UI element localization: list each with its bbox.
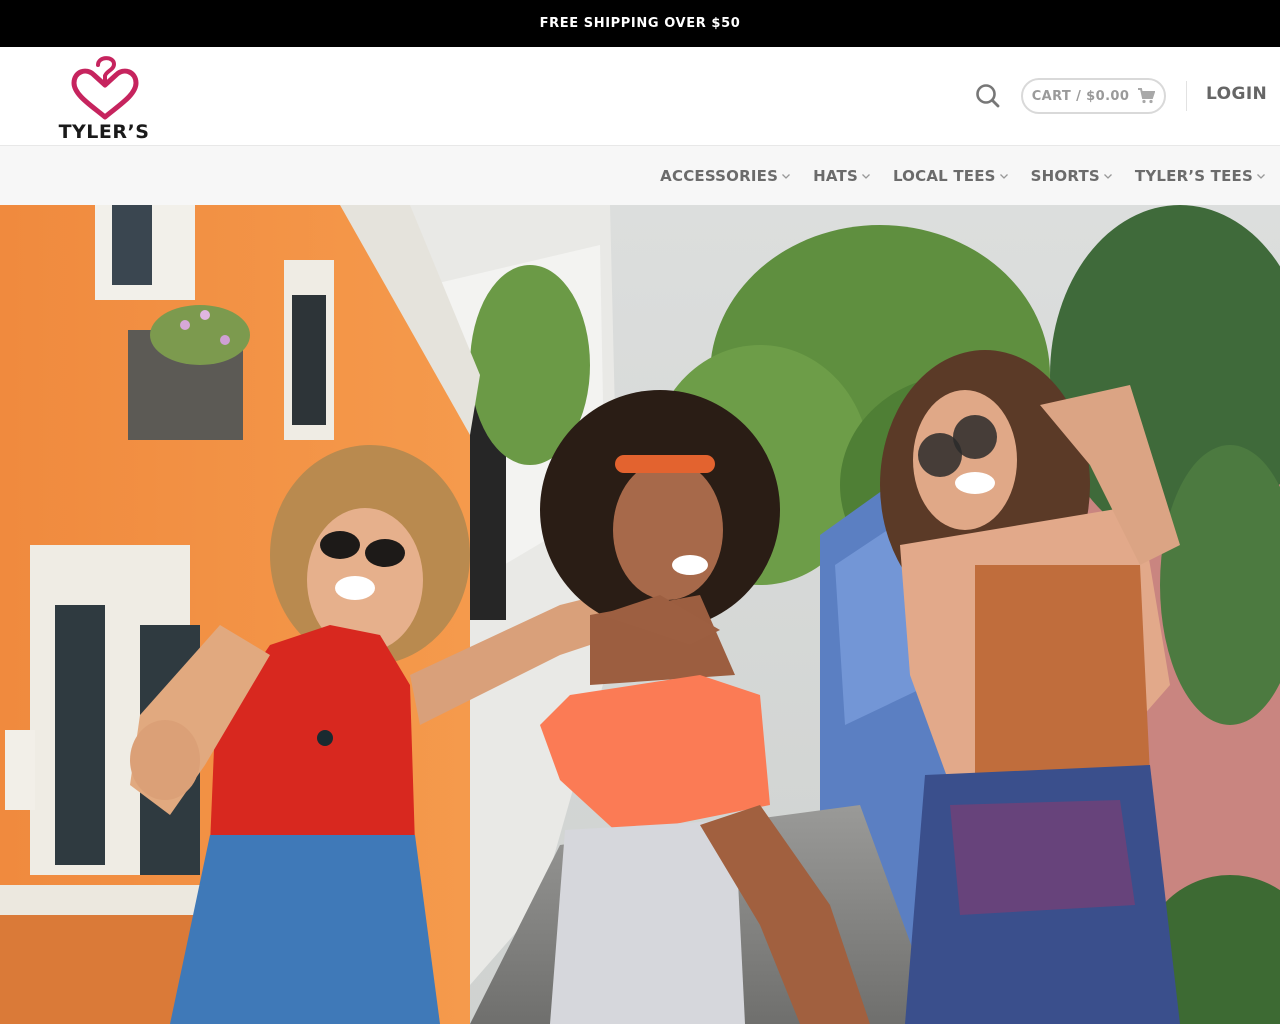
cart-label: CART / $0.00 xyxy=(1031,88,1130,104)
nav-item-hats[interactable]: HATS xyxy=(813,167,871,185)
hero-banner[interactable] xyxy=(0,205,1280,1024)
nav-item-local-tees[interactable]: LOCAL TEES xyxy=(893,167,1009,185)
chevron-down-icon xyxy=(782,174,791,179)
brand-logo[interactable]: TYLER’S xyxy=(56,51,156,143)
main-nav: ACCESSORIES HATS LOCAL TEES SHORTS TYLER… xyxy=(0,145,1280,205)
header-divider xyxy=(1186,81,1187,111)
nav-item-label: LOCAL TEES xyxy=(892,167,996,185)
nav-item-label: HATS xyxy=(813,167,858,185)
chevron-down-icon xyxy=(999,174,1008,179)
nav-item-label: ACCESSORIES xyxy=(660,167,779,185)
nav-item-shorts[interactable]: SHORTS xyxy=(1031,167,1113,185)
heart-hanger-logo-icon xyxy=(71,56,139,120)
chevron-down-icon xyxy=(1257,174,1265,179)
nav-item-label: TYLER’S TEES xyxy=(1134,167,1253,185)
cart-button[interactable]: CART / $0.00 xyxy=(1021,78,1166,114)
site-header: TYLER’S CART / $0.00 LOGIN xyxy=(0,47,1280,145)
hero-image xyxy=(0,205,1280,1024)
search-icon xyxy=(976,84,1000,108)
chevron-down-icon xyxy=(861,174,870,179)
search-button[interactable] xyxy=(972,80,1004,112)
chevron-down-icon xyxy=(1103,174,1112,179)
nav-item-accessories[interactable]: ACCESSORIES xyxy=(660,167,791,185)
nav-item-label: SHORTS xyxy=(1030,167,1100,185)
login-link[interactable]: LOGIN xyxy=(1206,84,1267,104)
announcement-text: FREE SHIPPING OVER $50 xyxy=(539,16,741,31)
announcement-bar: FREE SHIPPING OVER $50 xyxy=(0,0,1280,47)
cart-icon xyxy=(1138,88,1156,104)
nav-item-tylers-tees[interactable]: TYLER’S TEES xyxy=(1135,167,1266,185)
brand-name: TYLER’S xyxy=(58,121,150,143)
